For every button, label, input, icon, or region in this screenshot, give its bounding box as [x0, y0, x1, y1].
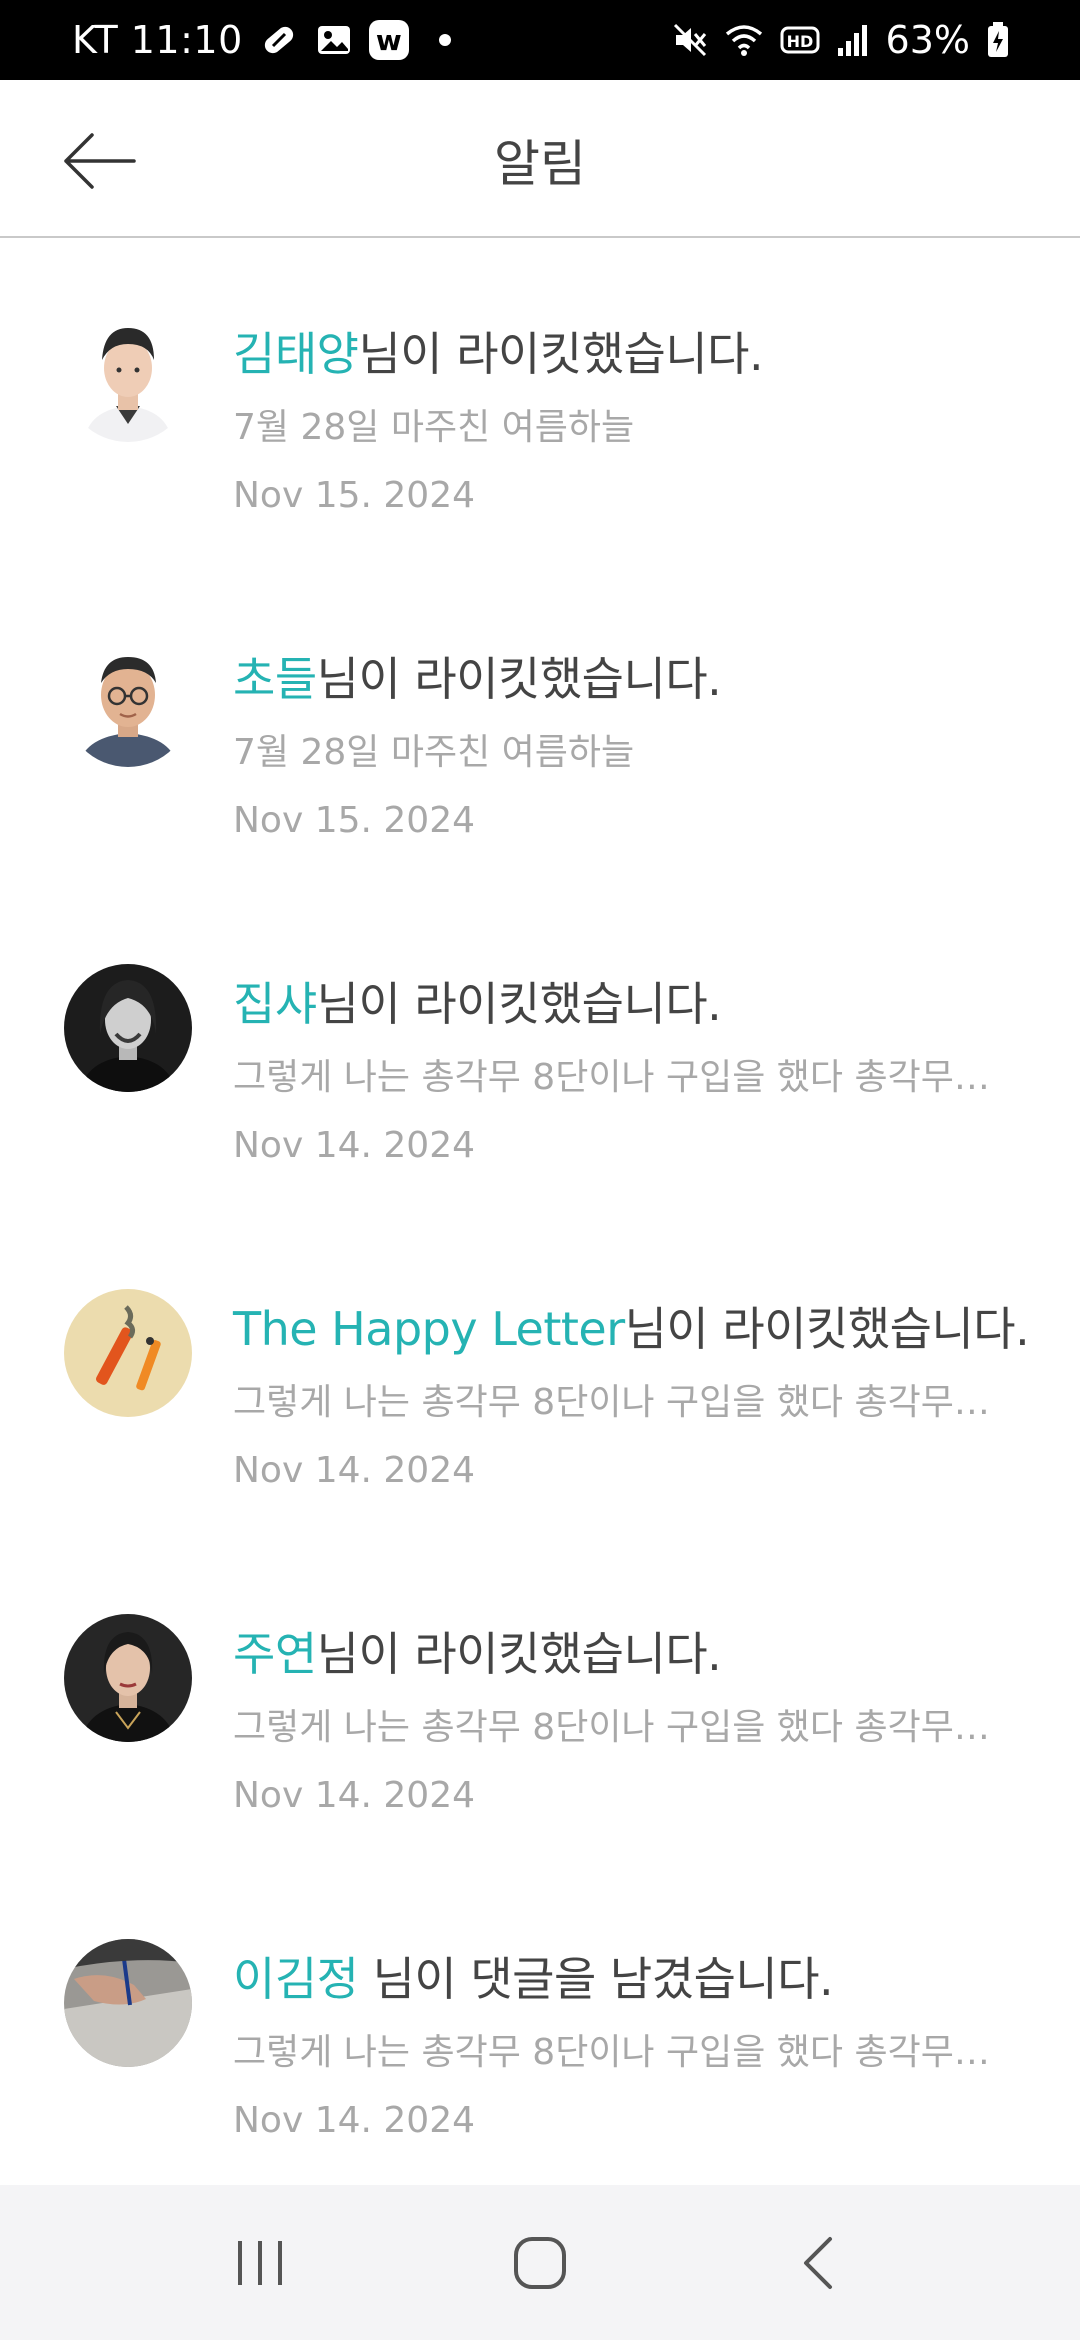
notification-text: 초들님이 라이킷했습니다.	[233, 643, 722, 709]
status-bar-right: HD 63%	[672, 18, 1010, 62]
avatar[interactable]	[64, 639, 192, 767]
notification-text: 김태양님이 라이킷했습니다.	[233, 318, 764, 384]
avatar[interactable]	[64, 1289, 192, 1417]
notification-list: 김태양님이 라이킷했습니다. 7월 28일 마주친 여름하늘 Nov 15. 2…	[0, 240, 1080, 2190]
notification-text: 주연님이 라이킷했습니다.	[233, 1618, 722, 1684]
pill-icon	[259, 20, 299, 60]
post-title: 그렇게 나는 총각무 8단이나 구입을 했다 총각무김치 담그는 법	[233, 1707, 1013, 1748]
user-name-link[interactable]: 집샤	[233, 977, 317, 1031]
notification-text: The Happy Letter님이 라이킷했습니다.	[233, 1293, 1030, 1359]
w-app-icon: w	[368, 20, 409, 60]
notification-item[interactable]: 김태양님이 라이킷했습니다. 7월 28일 마주친 여름하늘 Nov 15. 2…	[0, 240, 1080, 565]
recent-apps-button[interactable]	[200, 2213, 320, 2313]
avatar[interactable]	[64, 1614, 192, 1742]
app-header: 알림	[0, 80, 1080, 238]
notification-text: 이김정 님이 댓글을 남겼습니다.	[233, 1943, 834, 2009]
notification-item[interactable]: 초들님이 라이킷했습니다. 7월 28일 마주친 여름하늘 Nov 15. 20…	[0, 565, 1080, 890]
notification-action: 님이 라이킷했습니다.	[316, 977, 722, 1031]
status-bar: KT 11:10 w HD 63%	[0, 0, 1080, 80]
user-name-link[interactable]: The Happy Letter	[233, 1302, 625, 1356]
recent-apps-icon	[238, 2240, 282, 2285]
mute-icon	[672, 22, 708, 58]
notification-action: 님이 라이킷했습니다.	[358, 327, 764, 381]
svg-text:HD: HD	[786, 32, 813, 51]
avatar[interactable]	[64, 1939, 192, 2067]
notification-date: Nov 14. 2024	[233, 1450, 476, 1491]
notification-action: 님이 라이킷했습니다.	[316, 1627, 722, 1681]
status-time: KT 11:10	[72, 18, 243, 62]
notification-date: Nov 14. 2024	[233, 1775, 476, 1816]
notification-item[interactable]: The Happy Letter님이 라이킷했습니다. 그렇게 나는 총각무 8…	[0, 1215, 1080, 1540]
wifi-icon	[724, 22, 764, 58]
post-title: 7월 28일 마주친 여름하늘	[233, 732, 635, 773]
post-title: 7월 28일 마주친 여름하늘	[233, 407, 635, 448]
notification-date: Nov 14. 2024	[233, 2100, 476, 2141]
notification-item[interactable]: 주연님이 라이킷했습니다. 그렇게 나는 총각무 8단이나 구입을 했다 총각무…	[0, 1540, 1080, 1865]
post-title: 그렇게 나는 총각무 8단이나 구입을 했다 총각무김치 담그는 법	[233, 2032, 1013, 2073]
notification-action: 님이 라이킷했습니다.	[316, 652, 722, 706]
user-name-link[interactable]: 이김정	[233, 1952, 359, 2006]
avatar[interactable]	[64, 964, 192, 1092]
back-icon	[804, 2236, 832, 2289]
user-name-link[interactable]: 주연	[233, 1627, 317, 1681]
post-title: 그렇게 나는 총각무 8단이나 구입을 했다 총각무김치 담그는 법	[233, 1057, 1013, 1098]
user-name-link[interactable]: 초들	[233, 652, 317, 706]
home-button[interactable]	[480, 2213, 600, 2313]
system-back-button[interactable]	[760, 2213, 880, 2313]
notification-date: Nov 15. 2024	[233, 800, 476, 841]
post-title: 그렇게 나는 총각무 8단이나 구입을 했다 총각무김치 담그는 법	[233, 1382, 1013, 1423]
status-bar-left: KT 11:10 w	[72, 18, 451, 62]
hd-icon: HD	[780, 24, 820, 56]
battery-percent: 63%	[885, 18, 970, 62]
dot-icon	[438, 34, 451, 46]
battery-icon	[986, 21, 1010, 59]
avatar[interactable]	[64, 314, 192, 442]
signal-icon	[836, 22, 870, 58]
notification-item[interactable]: 이김정 님이 댓글을 남겼습니다. 그렇게 나는 총각무 8단이나 구입을 했다…	[0, 1865, 1080, 2190]
notification-action: 님이 댓글을 남겼습니다.	[358, 1952, 834, 2006]
notification-text: 집샤님이 라이킷했습니다.	[233, 968, 722, 1034]
notification-date: Nov 15. 2024	[233, 475, 476, 516]
system-navigation-bar	[0, 2185, 1080, 2340]
notification-item[interactable]: 집샤님이 라이킷했습니다. 그렇게 나는 총각무 8단이나 구입을 했다 총각무…	[0, 890, 1080, 1215]
notification-date: Nov 14. 2024	[233, 1125, 476, 1166]
user-name-link[interactable]: 김태양	[233, 327, 359, 381]
page-title: 알림	[494, 135, 586, 193]
notification-action: 님이 라이킷했습니다.	[624, 1302, 1030, 1356]
home-icon	[514, 2236, 566, 2289]
image-icon	[315, 21, 353, 59]
